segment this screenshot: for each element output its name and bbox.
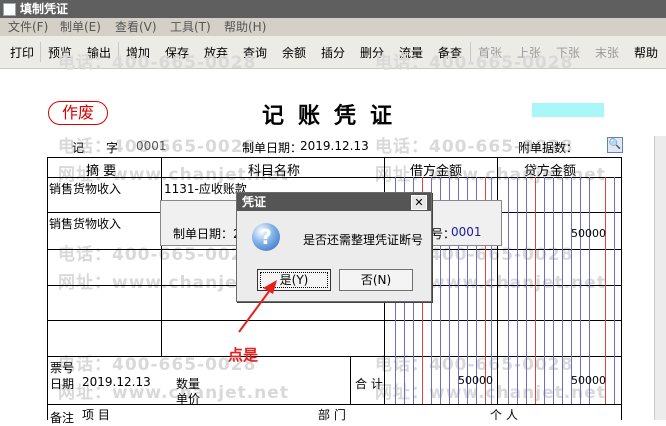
window-title: 填制凭证 [20, 2, 69, 16]
balance-button[interactable]: 余额 [282, 44, 306, 61]
attachment-label: 附单据数： [518, 141, 579, 155]
watermark: 电话：400-665-0028 [58, 355, 257, 375]
price-label: 单价 [176, 392, 201, 406]
menu-tools[interactable]: 工具(T) [170, 18, 211, 36]
entry-summary[interactable]: 销售货物收入 [49, 180, 121, 197]
vertical-scrollbar[interactable] [654, 136, 666, 420]
title-bar: 填制凭证 [0, 0, 666, 18]
voucher-title: 记账凭证 [262, 103, 407, 129]
voucher-date[interactable]: 2019.12.13 [300, 139, 369, 153]
annotation-label: 点是 [228, 346, 259, 364]
voucher-type: 记 [72, 141, 85, 155]
question-icon: ? [252, 223, 280, 251]
help-button[interactable]: 帮助 [634, 44, 658, 61]
entry-credit[interactable]: 50000 [571, 227, 606, 240]
entry-account[interactable]: 1131-应收账款 [164, 180, 247, 197]
entry-summary[interactable]: 销售货物收入 [49, 215, 121, 232]
dialog-title: 凭证 [242, 195, 267, 209]
person-label: 个 人 [490, 408, 518, 422]
voucher-status-box [532, 103, 604, 117]
watermark: 电话：400-665-0028 [58, 53, 257, 73]
voucher-date-label: 制单日期： [242, 141, 303, 155]
ticket-date-label: 日期 [50, 377, 75, 391]
bg-number: 0001 [451, 225, 482, 239]
menu-view[interactable]: 查看(V) [115, 18, 157, 36]
void-stamp: 作废 [48, 101, 108, 125]
col-credit: 贷方金额 [524, 164, 577, 179]
menu-voucher[interactable]: 制单(E) [60, 18, 101, 36]
menu-bar: 文件(F) 制单(E) 查看(V) 工具(T) 帮助(H) [0, 18, 666, 36]
last-voucher-button[interactable]: 末张 [595, 44, 619, 61]
close-icon[interactable]: ✕ [411, 195, 427, 210]
toolbar-divider [40, 42, 41, 62]
voucher-number-label: 字 [106, 141, 119, 155]
dialog-message: 是否还需整理凭证断号 [303, 233, 424, 247]
total-label: 合 计 [355, 377, 383, 391]
insert-entry-button[interactable]: 插分 [321, 44, 345, 61]
project-label: 项 目 [82, 408, 110, 422]
ticket-no-label: 票号 [50, 361, 75, 375]
debit-total: 50000 [458, 374, 493, 387]
watermark: 电话：400-665-0028 [375, 53, 574, 73]
bg-date-label: 制单日期：2 [173, 227, 241, 241]
voucher-number[interactable]: 0001 [136, 139, 167, 153]
menu-help[interactable]: 帮助(H) [224, 18, 266, 36]
note-label: 备注 [50, 411, 75, 425]
col-debit: 借方金额 [410, 164, 463, 179]
search-icon[interactable]: 🔍 [607, 137, 623, 153]
no-button[interactable]: 否(N) [339, 269, 413, 291]
ticket-date: 2019.12.13 [82, 375, 151, 389]
app-icon [3, 3, 16, 16]
menu-file[interactable]: 文件(F) [8, 18, 48, 36]
col-summary: 摘 要 [86, 164, 117, 179]
credit-total: 50000 [571, 374, 606, 387]
dept-label: 部 门 [318, 408, 346, 422]
col-account: 科目名称 [248, 164, 301, 179]
dialog-titlebar: 凭证 ✕ [237, 193, 431, 211]
annotation-arrow [238, 280, 277, 333]
print-button[interactable]: 打印 [10, 44, 34, 61]
